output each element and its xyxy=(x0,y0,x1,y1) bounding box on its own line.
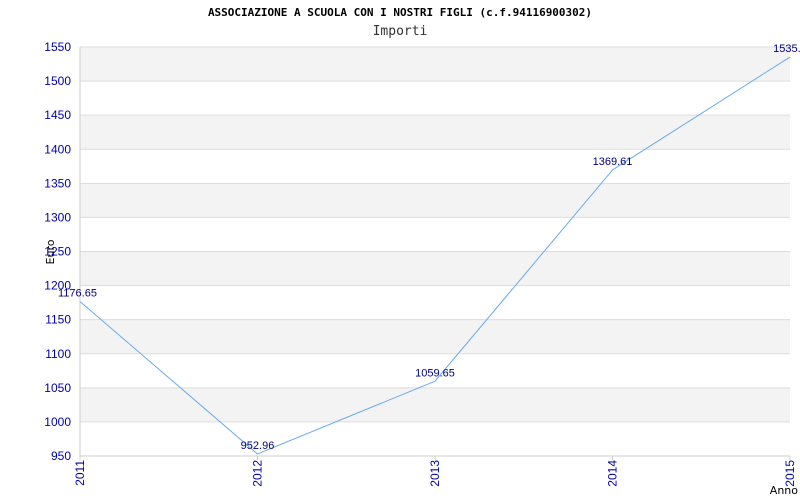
line-chart: 9501000105011001150120012501300135014001… xyxy=(44,40,800,497)
data-label: 1369.61 xyxy=(593,156,633,168)
x-tick-label: 2012 xyxy=(251,460,265,487)
grid-band xyxy=(80,251,790,286)
y-tick-label: 1000 xyxy=(44,415,71,429)
y-tick-label: 1500 xyxy=(44,74,71,88)
y-tick-label: 1100 xyxy=(45,347,71,361)
grid-band xyxy=(80,183,790,218)
y-axis-label: Euro xyxy=(44,239,57,264)
grid-band xyxy=(80,149,790,184)
y-tick-label: 1450 xyxy=(44,108,71,122)
grid-band xyxy=(80,285,790,320)
data-label: 1535.3 xyxy=(773,43,800,55)
grid-band xyxy=(80,47,790,82)
x-tick-label: 2013 xyxy=(428,460,442,487)
x-tick-label: 2014 xyxy=(606,460,620,487)
grid-band xyxy=(80,115,790,150)
y-tick-label: 1300 xyxy=(44,210,71,224)
data-label: 1176.65 xyxy=(58,288,97,300)
grid-band xyxy=(80,421,790,456)
y-tick-label: 1350 xyxy=(44,176,71,190)
x-tick-label: 2011 xyxy=(73,460,87,486)
grid-band xyxy=(80,81,790,116)
y-tick-label: 950 xyxy=(51,449,71,463)
x-tick-label: 2015 xyxy=(783,460,797,487)
x-axis-label: Anno xyxy=(770,484,798,497)
data-label: 1059.65 xyxy=(415,367,455,379)
y-tick-label: 1150 xyxy=(45,313,71,327)
y-tick-label: 1550 xyxy=(44,40,71,54)
data-label: 952.96 xyxy=(241,440,275,452)
grid-band xyxy=(80,217,790,252)
y-tick-label: 1050 xyxy=(44,381,71,395)
y-tick-label: 1400 xyxy=(44,142,71,156)
grid-band xyxy=(80,319,790,354)
